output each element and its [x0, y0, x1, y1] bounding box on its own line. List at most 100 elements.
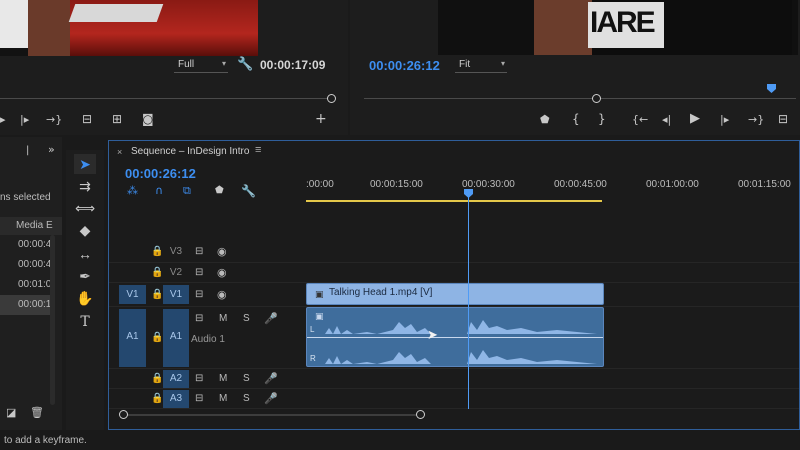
step-forward-icon[interactable]: |▸ [20, 114, 29, 125]
source-zoom-dropdown[interactable]: Full ▾ [174, 59, 228, 73]
solo-button[interactable]: S [243, 393, 250, 404]
mute-button[interactable]: M [219, 393, 227, 404]
source-patch-a1[interactable]: A1 [119, 309, 146, 367]
lock-icon[interactable]: 🔒 [151, 246, 163, 257]
snap-icon[interactable]: ∩ [155, 185, 163, 196]
sync-lock-icon[interactable]: ⊟ [195, 267, 203, 278]
add-button-icon[interactable]: + [315, 112, 327, 126]
sync-lock-icon[interactable]: ⊟ [195, 313, 203, 324]
selection-tool-icon[interactable]: ➤ [74, 154, 96, 174]
linked-selection-icon[interactable]: ⧉ [183, 185, 191, 196]
list-item[interactable]: 00:00:1 [0, 295, 51, 315]
wrench-icon[interactable]: 🔧 [237, 58, 253, 71]
panel-menu-icon[interactable]: ≡ [255, 144, 261, 156]
type-tool-icon[interactable]: T [74, 312, 96, 332]
marker-icon[interactable]: ⬟ [540, 114, 550, 125]
pen-tool-icon[interactable]: ✒ [74, 266, 96, 286]
add-marker-icon[interactable]: ⬟ [215, 186, 224, 196]
lock-icon[interactable]: 🔒 [151, 393, 163, 404]
mark-in-icon[interactable]: { [572, 113, 580, 125]
timeline-zoom-bar[interactable] [123, 414, 423, 416]
program-playhead-marker[interactable] [767, 84, 776, 93]
track-target[interactable]: V2 [163, 263, 189, 282]
track-select-tool-icon[interactable]: ⇉ [74, 176, 96, 196]
microphone-icon[interactable]: 🎤 [264, 392, 278, 405]
video-clip[interactable]: ▣ Talking Head 1.mp4 [V] [306, 283, 604, 305]
lock-icon[interactable]: 🔒 [151, 373, 163, 384]
list-item[interactable]: 00:01:0 [0, 275, 51, 295]
work-area-bar[interactable] [306, 200, 602, 202]
slip-tool-icon[interactable]: ↔ [74, 244, 96, 264]
sequence-tab-title[interactable]: Sequence – InDesign Intro [131, 146, 249, 157]
source-monitor: Full ▾ 🔧 00:00:17:09 ▸ |▸ →} ⊟ ⊞ ◙ + [0, 0, 348, 135]
timeline-playhead-line[interactable] [468, 197, 469, 409]
go-to-out-icon[interactable]: →} [748, 114, 764, 125]
sync-lock-icon[interactable]: ⊟ [195, 246, 203, 257]
eye-icon[interactable]: ◉ [217, 245, 227, 258]
camera-icon[interactable]: ◙ [142, 113, 154, 125]
program-video-frame: IARE [438, 0, 798, 55]
list-item[interactable]: 00:00:4 [0, 255, 51, 275]
microphone-icon[interactable]: 🎤 [264, 312, 278, 325]
nest-toggle-icon[interactable]: ⁂ [127, 185, 138, 196]
ruler-label: 00:01:00:00 [646, 179, 699, 190]
solo-button[interactable]: S [243, 313, 250, 324]
step-back-icon[interactable]: ◂| [662, 114, 671, 125]
timeline-panel: × Sequence – InDesign Intro ≡ 00:00:26:1… [108, 140, 800, 430]
source-scrub-knob[interactable] [327, 94, 336, 103]
track-target[interactable]: V1 [163, 285, 189, 304]
status-bar: to add a keyframe. [0, 430, 800, 450]
lock-icon[interactable]: 🔒 [151, 267, 163, 278]
eye-icon[interactable]: ◉ [217, 266, 227, 279]
track-target[interactable]: A3 [163, 390, 189, 408]
close-icon[interactable]: × [117, 147, 122, 157]
timeline-tab[interactable]: × Sequence – InDesign Intro ≡ [109, 141, 799, 163]
project-scrollbar[interactable] [50, 235, 55, 405]
ripple-edit-tool-icon[interactable]: ⟺ [74, 198, 96, 218]
zoom-handle-left[interactable] [119, 410, 128, 419]
go-to-in-icon[interactable]: {← [632, 114, 648, 125]
mark-out-icon[interactable]: } [598, 113, 606, 125]
play-icon[interactable]: ▶ [690, 112, 700, 125]
hand-tool-icon[interactable]: ✋ [74, 288, 96, 308]
source-scrub-track[interactable] [0, 98, 330, 99]
lock-icon[interactable]: 🔒 [151, 332, 163, 343]
mute-button[interactable]: M [219, 313, 227, 324]
source-patch-v1[interactable]: V1 [119, 285, 146, 304]
lock-icon[interactable]: 🔒 [151, 289, 163, 300]
sync-lock-icon[interactable]: ⊟ [195, 393, 203, 404]
ruler-label: 00:00:45:00 [554, 179, 607, 190]
microphone-icon[interactable]: 🎤 [264, 372, 278, 385]
go-to-out-icon[interactable]: →} [46, 114, 62, 125]
overwrite-icon[interactable]: ⊞ [112, 113, 122, 125]
eye-icon[interactable]: ◉ [217, 288, 227, 301]
media-column-header[interactable]: Media E [0, 217, 62, 235]
zoom-handle-right[interactable] [416, 410, 425, 419]
track-target[interactable]: A1 [163, 309, 189, 367]
sync-lock-icon[interactable]: ⊟ [195, 289, 203, 300]
sync-lock-icon[interactable]: ⊟ [195, 373, 203, 384]
new-item-icon[interactable]: ◪ [6, 407, 16, 418]
timeline-timecode[interactable]: 00:00:26:12 [125, 166, 196, 181]
step-back-icon[interactable]: ▸ [0, 114, 6, 125]
step-forward-icon[interactable]: |▸ [720, 114, 729, 125]
program-monitor: IARE 00:00:26:12 Fit ▾ ⬟ { } {← ◂| ▶ |▸ … [350, 0, 800, 135]
program-scrub-track[interactable] [364, 98, 796, 99]
trash-icon[interactable]: 🗑 [30, 407, 44, 418]
insert-icon[interactable]: ⊟ [778, 113, 788, 125]
razor-tool-icon[interactable]: ◆ [74, 220, 96, 240]
track-target[interactable]: A2 [163, 370, 189, 388]
solo-button[interactable]: S [243, 373, 250, 384]
program-timecode[interactable]: 00:00:26:12 [369, 58, 440, 73]
wrench-icon[interactable]: 🔧 [241, 185, 256, 197]
insert-icon[interactable]: ⊟ [82, 113, 92, 125]
track-target[interactable]: V3 [163, 242, 189, 261]
program-zoom-dropdown[interactable]: Fit ▾ [455, 59, 507, 73]
list-item[interactable]: 00:00:4 [0, 235, 51, 255]
expand-panels-icon[interactable]: » [48, 144, 55, 155]
audio-clip[interactable]: ▣ L R [306, 307, 604, 367]
source-timecode[interactable]: 00:00:17:09 [260, 58, 325, 72]
program-scrub-knob[interactable] [592, 94, 601, 103]
time-ruler[interactable]: :00:00 00:00:15:00 00:00:30:00 00:00:45:… [306, 171, 799, 202]
mute-button[interactable]: M [219, 373, 227, 384]
